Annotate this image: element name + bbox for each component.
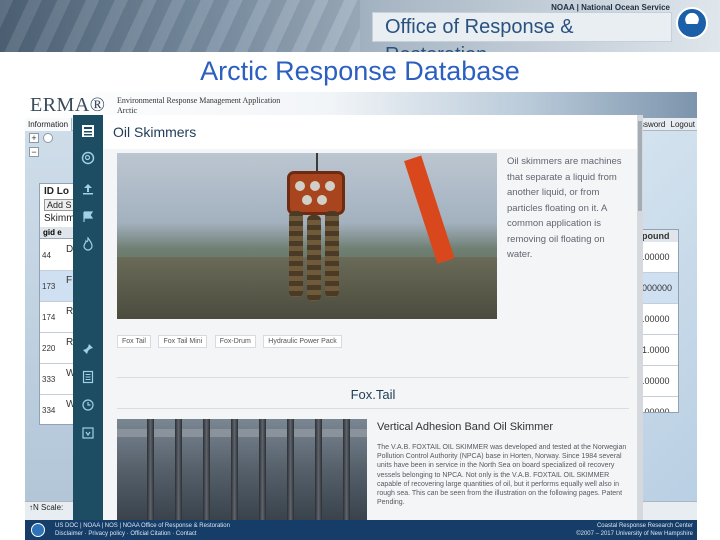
office-name: Office of Response & Restoration xyxy=(372,12,672,52)
file-icon[interactable] xyxy=(80,369,96,385)
grid-cell: 000000 xyxy=(640,273,678,304)
oil-skimmer-photo xyxy=(117,153,497,319)
skimmer-description: Oil skimmers are machines that separate … xyxy=(507,156,622,260)
zoom-in-button[interactable]: + xyxy=(29,133,39,143)
panel-scrollbar[interactable] xyxy=(637,115,643,520)
zoom-out-button[interactable]: − xyxy=(29,147,39,157)
tab-information[interactable]: Information xyxy=(25,118,73,131)
erma-subtitle: Environmental Response Management Applic… xyxy=(117,96,281,115)
panel-title: ID Lo xyxy=(44,186,69,197)
grid-cell: 1.0000 xyxy=(640,335,678,366)
grid-cell: .00000 xyxy=(640,242,678,273)
link-fox-drum[interactable]: Fox-Drum xyxy=(214,335,256,348)
grid-caption: Skimm xyxy=(44,213,75,224)
add-button[interactable]: Add S xyxy=(44,199,75,211)
link-hydraulic-power-pack[interactable]: Hydraulic Power Pack xyxy=(263,335,342,348)
north-arrow-icon: ↑N xyxy=(29,503,39,512)
divider xyxy=(117,377,629,378)
scrollbar-thumb[interactable] xyxy=(638,121,642,211)
oil-skimmers-panel: Oil Skimmers Oil skimmers are machines t… xyxy=(103,115,643,520)
password-link[interactable]: ssword xyxy=(640,120,665,129)
panel-title: Oil Skimmers xyxy=(113,124,197,140)
slide-title: Arctic Response Database xyxy=(200,56,520,86)
noaa-footer-logo-icon xyxy=(31,523,45,537)
footer: US DOC | NOAA | NOS | NOAA Office of Res… xyxy=(25,520,697,540)
section-title: Fox.Tail xyxy=(350,387,396,402)
search-icon[interactable] xyxy=(80,150,96,166)
foxtail-body: The V.A.B. FOXTAIL OIL SKIMMER was devel… xyxy=(377,444,627,507)
scale-label: Scale: xyxy=(41,503,64,512)
pin-icon[interactable] xyxy=(80,341,96,357)
link-fox-tail[interactable]: Fox Tail xyxy=(117,335,151,348)
header-banner: NOAA | National Ocean Service Office of … xyxy=(0,0,720,52)
panel-header: Oil Skimmers xyxy=(103,115,643,149)
column-header: pound xyxy=(640,230,678,242)
foxtail-subtitle: Vertical Adhesion Band Oil Skimmer xyxy=(377,421,554,433)
footer-left: US DOC | NOAA | NOS | NOAA Office of Res… xyxy=(55,523,230,537)
logout-link[interactable]: Logout xyxy=(671,120,695,129)
grid-cell: .00000 xyxy=(640,397,678,412)
slide: NOAA | National Ocean Service Office of … xyxy=(0,0,720,540)
grid-cell: .00000 xyxy=(640,304,678,335)
flag-icon[interactable] xyxy=(80,209,96,225)
history-icon[interactable] xyxy=(80,397,96,413)
right-grid-column: pound .00000 000000 .00000 1.0000 .00000… xyxy=(639,229,679,413)
side-nav xyxy=(73,115,103,520)
divider xyxy=(117,408,629,409)
footer-right: Coastal Response Research Center ©2007 –… xyxy=(576,523,693,537)
link-fox-tail-mini[interactable]: Fox Tail Mini xyxy=(158,335,208,348)
noaa-logo-icon xyxy=(676,7,708,39)
refresh-icon[interactable] xyxy=(43,133,53,143)
noaa-ocean-service-text: NOAA | National Ocean Service xyxy=(551,3,670,12)
table-icon[interactable] xyxy=(80,123,96,139)
product-links: Fox Tail Fox Tail Mini Fox-Drum Hydrauli… xyxy=(117,330,345,348)
upload-icon[interactable] xyxy=(80,181,96,197)
download-icon[interactable] xyxy=(80,425,96,441)
foxtail-photo xyxy=(117,419,367,520)
grid-cell: .00000 xyxy=(640,366,678,397)
account-links: ssword Logout xyxy=(637,118,695,131)
fire-icon[interactable] xyxy=(80,236,96,252)
erma-logo: ERMA® xyxy=(30,94,106,116)
